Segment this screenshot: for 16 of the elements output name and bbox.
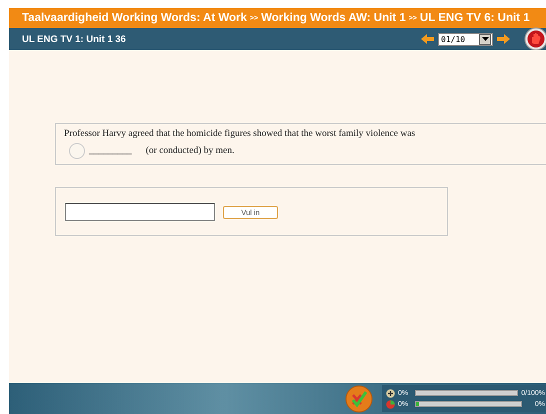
question-text: (or conducted) by men. <box>146 146 234 156</box>
hand-icon[interactable] <box>524 27 546 51</box>
question-text: Professor Harvy agreed that the homicide figures showed that the worst family violence was <box>64 129 416 139</box>
circle-icon <box>69 143 85 159</box>
plus-icon <box>386 388 395 398</box>
blank-line: _________ <box>89 146 132 156</box>
check-icon[interactable] <box>345 384 373 412</box>
breadcrumb-item: Working Words AW: Unit 1 <box>261 12 406 24</box>
pie-icon <box>386 400 395 408</box>
next-arrow-icon[interactable] <box>497 34 510 44</box>
prev-arrow-icon[interactable] <box>421 34 434 44</box>
answer-field[interactable] <box>65 203 215 221</box>
exercise-title: UL ENG TV 1: Unit 1 36 <box>22 34 126 44</box>
page-select[interactable]: 01/10 <box>438 32 493 46</box>
breadcrumb-item: UL ENG TV 6: Unit 1 <box>420 12 530 24</box>
breadcrumb-item: Taalvaardigheid Working Words: At Work <box>22 12 247 24</box>
